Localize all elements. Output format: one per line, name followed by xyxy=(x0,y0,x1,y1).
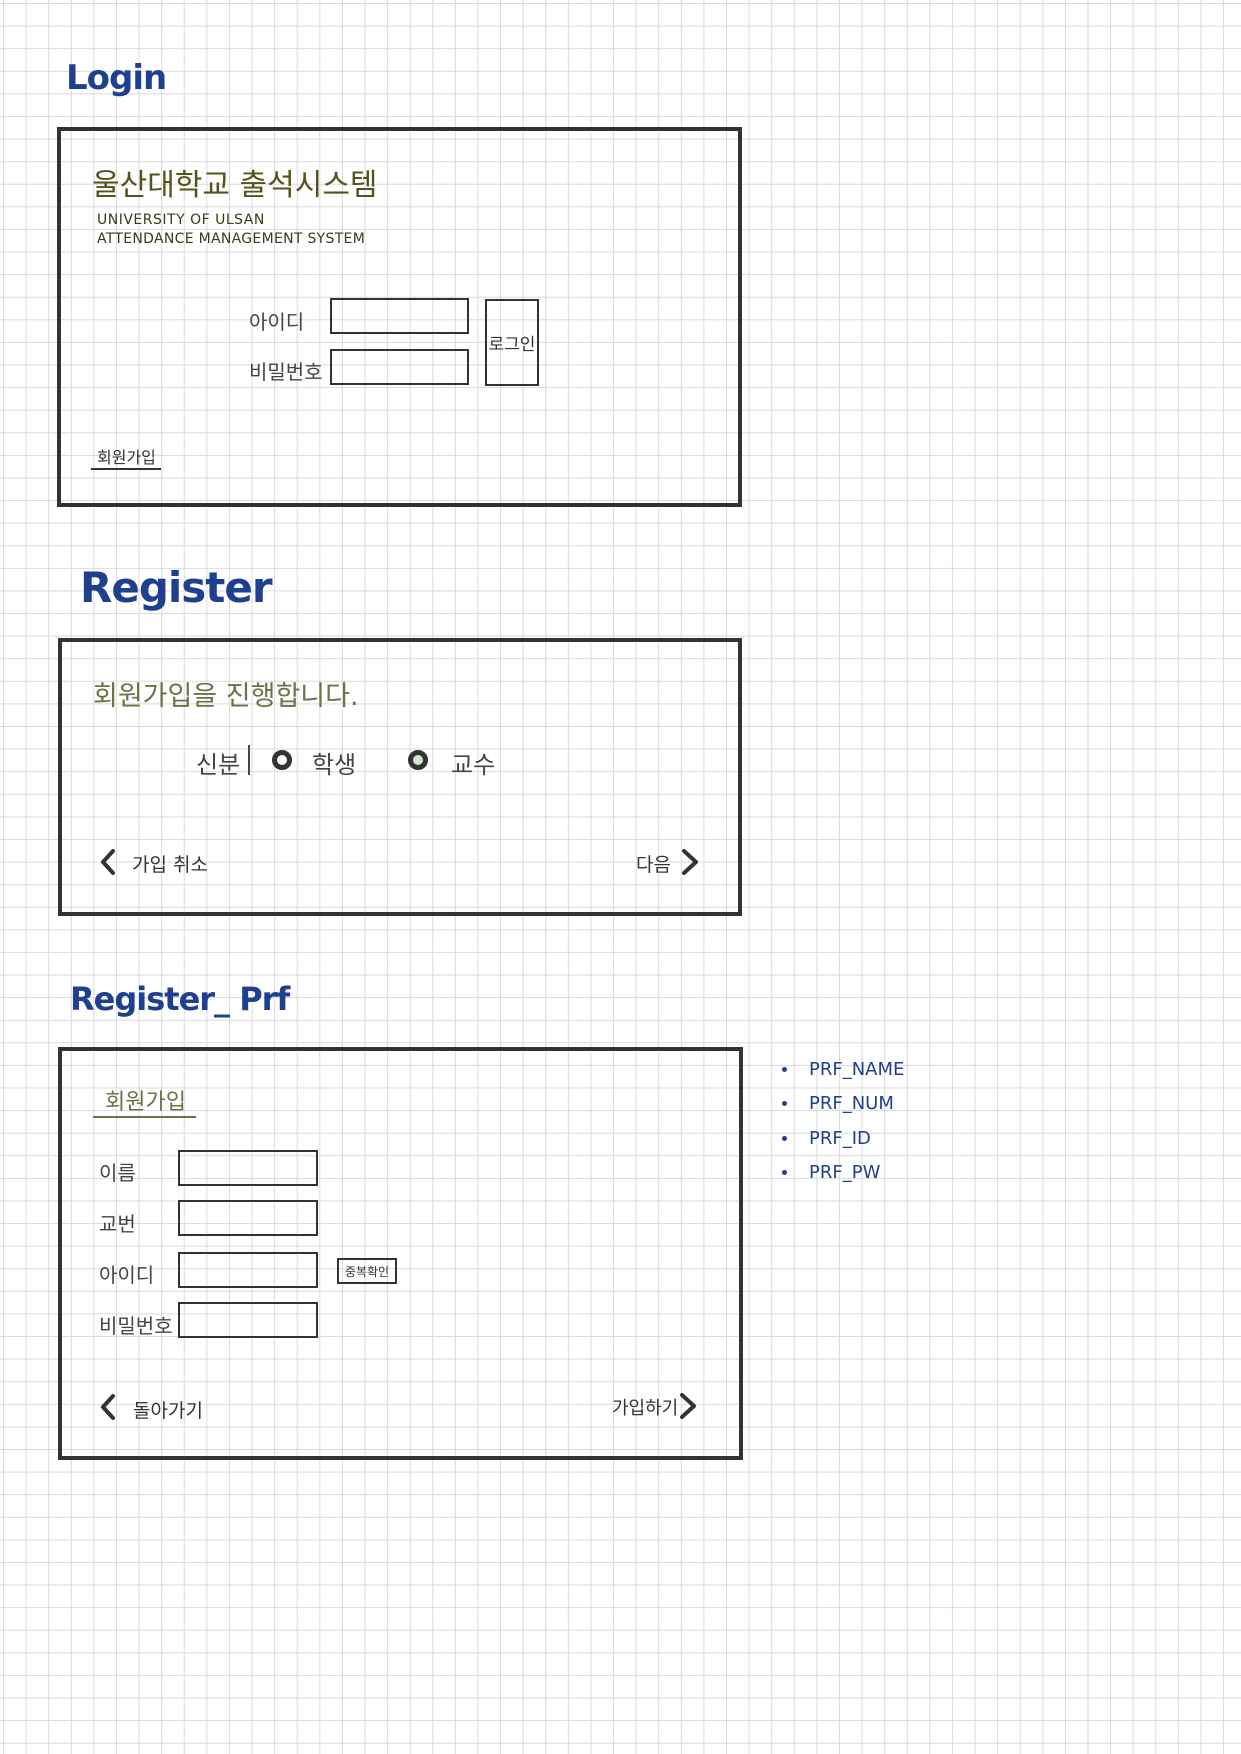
cancel-label: 가입 취소 xyxy=(132,854,208,876)
note-item: PRF_PW xyxy=(782,1156,904,1191)
signup-link-underline xyxy=(91,468,161,470)
login-password-input[interactable] xyxy=(330,349,469,385)
duplicate-check-button[interactable]: 중복확인 xyxy=(337,1258,397,1284)
chevron-left-icon xyxy=(101,849,115,875)
register-prf-heading: Register_ Prf xyxy=(70,980,290,1018)
submit-button[interactable]: 가입하기 xyxy=(612,1392,707,1422)
prf-field-notes: PRF_NAME PRF_NUM PRF_ID PRF_PW xyxy=(782,1052,904,1190)
prf-id-input[interactable] xyxy=(178,1252,318,1288)
cancel-button[interactable]: 가입 취소 xyxy=(100,848,210,878)
register-intro: 회원가입을 진행합니다. xyxy=(93,681,359,712)
login-subtitle-line2: ATTENDANCE MANAGEMENT SYSTEM xyxy=(97,231,366,247)
name-label: 이름 xyxy=(99,1161,136,1185)
bullet-icon xyxy=(782,1135,787,1141)
login-id-label: 아이디 xyxy=(249,310,305,334)
bullet-icon xyxy=(782,1170,787,1176)
form-title-underline xyxy=(93,1116,196,1118)
note-text: PRF_ID xyxy=(809,1127,871,1149)
register-heading: Register xyxy=(80,563,273,612)
back-button[interactable]: 돌아가기 xyxy=(100,1393,210,1423)
professor-label: 교수 xyxy=(451,751,496,779)
login-button[interactable]: 로그인 xyxy=(485,299,539,386)
duplicate-check-label: 중복확인 xyxy=(344,1264,390,1279)
role-divider xyxy=(248,745,250,775)
login-system-title: 울산대학교 출석시스템 xyxy=(92,168,378,203)
note-item: PRF_NUM xyxy=(782,1087,904,1122)
next-button[interactable]: 다음 xyxy=(636,848,702,878)
chevron-right-icon xyxy=(682,849,698,875)
professor-radio[interactable] xyxy=(408,750,428,770)
signup-link[interactable]: 회원가입 xyxy=(97,444,156,468)
login-password-label: 비밀번호 xyxy=(249,360,323,384)
back-label: 돌아가기 xyxy=(133,1400,203,1422)
faculty-number-label: 교번 xyxy=(99,1212,136,1236)
note-item: PRF_ID xyxy=(782,1121,904,1156)
chevron-left-icon xyxy=(101,1394,115,1420)
register-prf-form-title: 회원가입 xyxy=(105,1090,186,1115)
login-heading: Login xyxy=(66,58,167,98)
login-subtitle-line1: UNIVERSITY OF ULSAN xyxy=(97,212,265,228)
note-text: PRF_PW xyxy=(809,1162,881,1184)
prf-id-label: 아이디 xyxy=(99,1263,155,1287)
bullet-icon xyxy=(782,1101,787,1107)
role-label: 신분 xyxy=(196,751,241,779)
submit-label: 가입하기 xyxy=(612,1398,679,1419)
next-label: 다음 xyxy=(636,854,671,876)
student-radio[interactable] xyxy=(272,750,292,770)
note-text: PRF_NUM xyxy=(809,1093,894,1115)
bullet-icon xyxy=(782,1066,787,1072)
chevron-right-icon xyxy=(680,1393,696,1419)
note-item: PRF_NAME xyxy=(782,1052,904,1087)
name-input[interactable] xyxy=(178,1150,318,1186)
faculty-number-input[interactable] xyxy=(178,1200,318,1236)
login-id-input[interactable] xyxy=(330,298,469,334)
prf-password-label: 비밀번호 xyxy=(99,1314,173,1338)
note-text: PRF_NAME xyxy=(809,1058,905,1080)
prf-password-input[interactable] xyxy=(178,1302,318,1338)
login-button-label: 로그인 xyxy=(488,335,536,355)
student-label: 학생 xyxy=(312,751,357,779)
